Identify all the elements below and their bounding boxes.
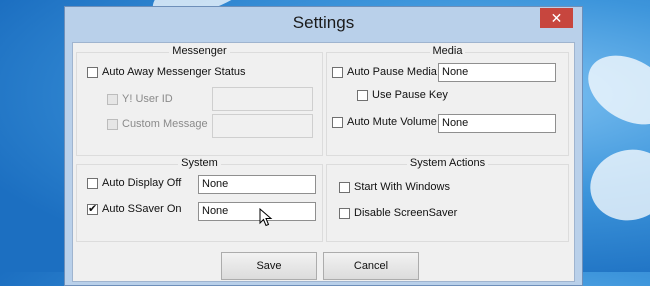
disable-screensaver-row[interactable]: Disable ScreenSaver — [339, 207, 457, 219]
custom-message-checkbox — [107, 118, 118, 130]
auto-ssaver-checkbox[interactable]: ✔ — [87, 202, 98, 215]
user-id-row: Y! User ID — [107, 93, 173, 105]
auto-display-off-input[interactable]: None — [198, 175, 316, 194]
auto-pause-label: Auto Pause Media — [347, 66, 437, 78]
auto-pause-input[interactable]: None — [438, 63, 556, 82]
custom-message-label: Custom Message — [122, 118, 208, 130]
wallpaper-petal — [576, 41, 650, 139]
start-with-windows-row[interactable]: Start With Windows — [339, 181, 450, 193]
auto-mute-input[interactable]: None — [438, 114, 556, 133]
start-with-windows-label: Start With Windows — [354, 181, 450, 193]
disable-screensaver-label: Disable ScreenSaver — [354, 207, 458, 219]
auto-pause-checkbox[interactable] — [332, 66, 343, 78]
settings-client-area: Messenger Auto Away Messenger Status Y! … — [72, 42, 575, 282]
auto-ssaver-label: Auto SSaver On — [102, 203, 182, 215]
custom-message-input — [212, 114, 313, 138]
checkmark-icon: ✔ — [88, 202, 98, 215]
messenger-group-title: Messenger — [169, 45, 230, 57]
mouse-cursor-icon — [259, 208, 273, 227]
start-with-windows-checkbox[interactable] — [339, 181, 350, 193]
auto-away-row[interactable]: Auto Away Messenger Status — [87, 66, 246, 78]
custom-message-row: Custom Message — [107, 118, 208, 130]
use-pause-key-row[interactable]: Use Pause Key — [357, 89, 448, 101]
auto-mute-row[interactable]: Auto Mute Volume — [332, 116, 437, 128]
system-actions-group-title: System Actions — [406, 157, 489, 169]
auto-mute-label: Auto Mute Volume — [347, 116, 437, 128]
wallpaper-petal — [582, 140, 650, 230]
close-button[interactable]: ✕ — [540, 8, 573, 28]
cancel-button[interactable]: Cancel — [323, 252, 419, 280]
save-button[interactable]: Save — [221, 252, 317, 280]
user-id-checkbox — [107, 93, 118, 105]
window-title: Settings — [292, 13, 355, 32]
auto-display-off-label: Auto Display Off — [102, 177, 182, 189]
settings-window: Settings ✕ Messenger Auto Away Messenger… — [64, 6, 583, 286]
auto-away-checkbox[interactable] — [87, 66, 98, 78]
system-actions-group: System Actions Start With Windows Disabl… — [326, 157, 569, 242]
use-pause-key-label: Use Pause Key — [372, 89, 448, 101]
auto-display-off-checkbox[interactable] — [87, 177, 98, 189]
media-group: Media Auto Pause Media None Use Pause Ke… — [326, 45, 569, 156]
auto-ssaver-input[interactable]: None — [198, 202, 316, 221]
media-group-title: Media — [429, 45, 466, 57]
auto-mute-checkbox[interactable] — [332, 116, 343, 128]
messenger-group: Messenger Auto Away Messenger Status Y! … — [76, 45, 323, 156]
auto-away-label: Auto Away Messenger Status — [102, 66, 246, 78]
system-group: System Auto Display Off None ✔ Auto SSav… — [76, 157, 323, 242]
user-id-input — [212, 87, 313, 111]
user-id-label: Y! User ID — [122, 93, 173, 105]
auto-pause-row[interactable]: Auto Pause Media — [332, 66, 437, 78]
use-pause-key-checkbox[interactable] — [357, 89, 368, 101]
auto-display-off-row[interactable]: Auto Display Off — [87, 177, 181, 189]
system-group-title: System — [178, 157, 221, 169]
auto-ssaver-row[interactable]: ✔ Auto SSaver On — [87, 203, 182, 215]
disable-screensaver-checkbox[interactable] — [339, 207, 350, 219]
